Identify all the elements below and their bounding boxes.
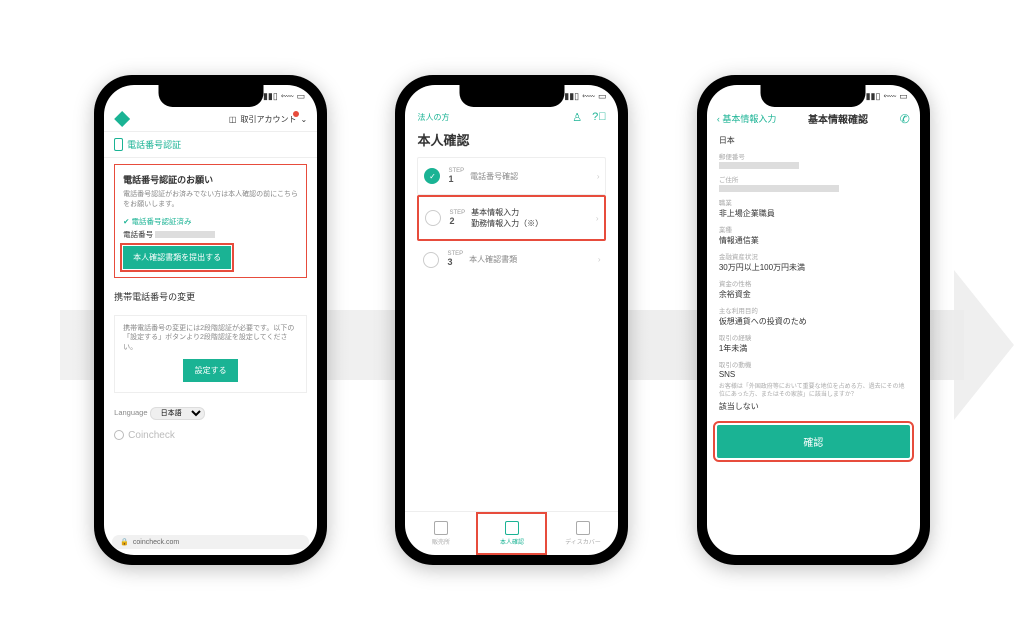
- help-icon[interactable]: ?⃝: [592, 111, 606, 124]
- home-icon: [576, 521, 590, 535]
- pep-question: お客様は「外国政府等において重要な地位を占める方、過去にその地位にあった方、また…: [719, 384, 908, 400]
- phone-mockup-1: ▮▮▯⬳▭ ◫ 取引アカウント ⌄ 電話番号認証 電話番号認証のお願い 電話番号…: [94, 75, 327, 565]
- verified-status: 電話番号認証済み: [123, 216, 298, 227]
- coincheck-logo-icon: [114, 430, 124, 440]
- step-1-phone-verification[interactable]: ✓ STEP1 電話番号確認 ›: [417, 157, 606, 195]
- user-icon[interactable]: ♙: [572, 111, 582, 124]
- chart-icon: [434, 521, 448, 535]
- cube-icon: ◫: [229, 115, 237, 124]
- section-title-change-phone: 携帯電話番号の変更: [104, 284, 317, 309]
- step-circle-icon: [423, 252, 439, 268]
- page-title: 基本情報確認: [808, 111, 868, 126]
- verification-request-card: 電話番号認証のお願い 電話番号認証がお済みでない方は本人確認の前にこちらをお願い…: [114, 164, 307, 278]
- tab-bar: 販売所 本人確認 ディスカバー: [405, 511, 618, 555]
- confirmation-list: 日本 郵便番号 ご住所 職業非上場企業職員 業種情報通信業 金融資産状況30万円…: [707, 130, 920, 421]
- address-value: [719, 185, 839, 192]
- phone-mockup-2: ▮▮▯⬳▭ 法人の方 ♙ ?⃝ 本人確認 ✓ STEP1 電話番号確認 ›: [395, 75, 628, 565]
- card-body: 携帯電話番号の変更には2段階認証が必要です。以下の「設定する」ボタンより2段階認…: [123, 324, 298, 353]
- corporate-link[interactable]: 法人の方: [417, 112, 449, 123]
- fund-nature-value: 余裕資金: [719, 289, 908, 300]
- page-title: 本人確認: [405, 128, 618, 157]
- phone-number-line: 電話番号: [123, 229, 298, 240]
- occupation-value: 非上場企業職員: [719, 208, 908, 219]
- change-phone-card: 携帯電話番号の変更には2段階認証が必要です。以下の「設定する」ボタンより2段階認…: [114, 315, 307, 393]
- brand-logo-icon: [114, 111, 130, 127]
- back-button[interactable]: ‹ 基本情報入力: [717, 112, 777, 125]
- language-selector[interactable]: Language 日本語: [104, 399, 317, 428]
- chevron-down-icon: ⌄: [300, 115, 307, 124]
- account-menu[interactable]: ◫ 取引アカウント ⌄: [229, 114, 307, 125]
- postal-code-value: [719, 162, 799, 169]
- pep-answer: 該当しない: [719, 401, 908, 412]
- chevron-right-icon: ›: [597, 172, 600, 181]
- check-icon: ✓: [424, 168, 440, 184]
- browser-url-bar[interactable]: 🔒 coincheck.com: [112, 535, 309, 549]
- id-icon: [505, 521, 519, 535]
- country-value: 日本: [719, 135, 908, 146]
- verification-steps: ✓ STEP1 電話番号確認 › STEP2 基本情報入力 勤務情報入力（※） …: [405, 157, 618, 278]
- chevron-right-icon: ›: [598, 255, 601, 264]
- step-3-id-documents[interactable]: STEP3 本人確認書類 ›: [417, 241, 606, 277]
- step-circle-icon: [425, 210, 441, 226]
- tab-exchange[interactable]: 販売所: [405, 512, 476, 555]
- confirm-button[interactable]: 確認: [717, 425, 910, 458]
- phone-call-icon[interactable]: ✆: [900, 112, 910, 126]
- purpose-value: 仮想通貨への投資のため: [719, 316, 908, 327]
- configure-button[interactable]: 設定する: [183, 359, 238, 382]
- industry-value: 情報通信業: [719, 235, 908, 246]
- card-body: 電話番号認証がお済みでない方は本人確認の前にこちらをお願いします。: [123, 190, 298, 210]
- lock-icon: 🔒: [120, 538, 129, 546]
- notification-badge: [293, 111, 299, 117]
- card-title: 電話番号認証のお願い: [123, 173, 298, 186]
- motive-value: SNS: [719, 370, 908, 379]
- phone-icon: [114, 138, 123, 151]
- section-title-phone-verification: 電話番号認証: [104, 132, 317, 158]
- assets-value: 30万円以上100万円未満: [719, 262, 908, 273]
- tab-identity[interactable]: 本人確認: [476, 512, 547, 555]
- submit-id-button[interactable]: 本人確認書類を提出する: [123, 246, 231, 269]
- experience-value: 1年未満: [719, 343, 908, 354]
- footer-brand: Coincheck: [104, 428, 317, 443]
- chevron-right-icon: ›: [596, 214, 599, 223]
- step-2-basic-info[interactable]: STEP2 基本情報入力 勤務情報入力（※） ›: [417, 195, 606, 241]
- language-select[interactable]: 日本語: [150, 407, 205, 420]
- tab-discover[interactable]: ディスカバー: [547, 512, 618, 555]
- phone-mockup-3: ▮▮▯⬳▭ ‹ 基本情報入力 基本情報確認 ✆ 日本 郵便番号 ご住所 職業非上…: [697, 75, 930, 565]
